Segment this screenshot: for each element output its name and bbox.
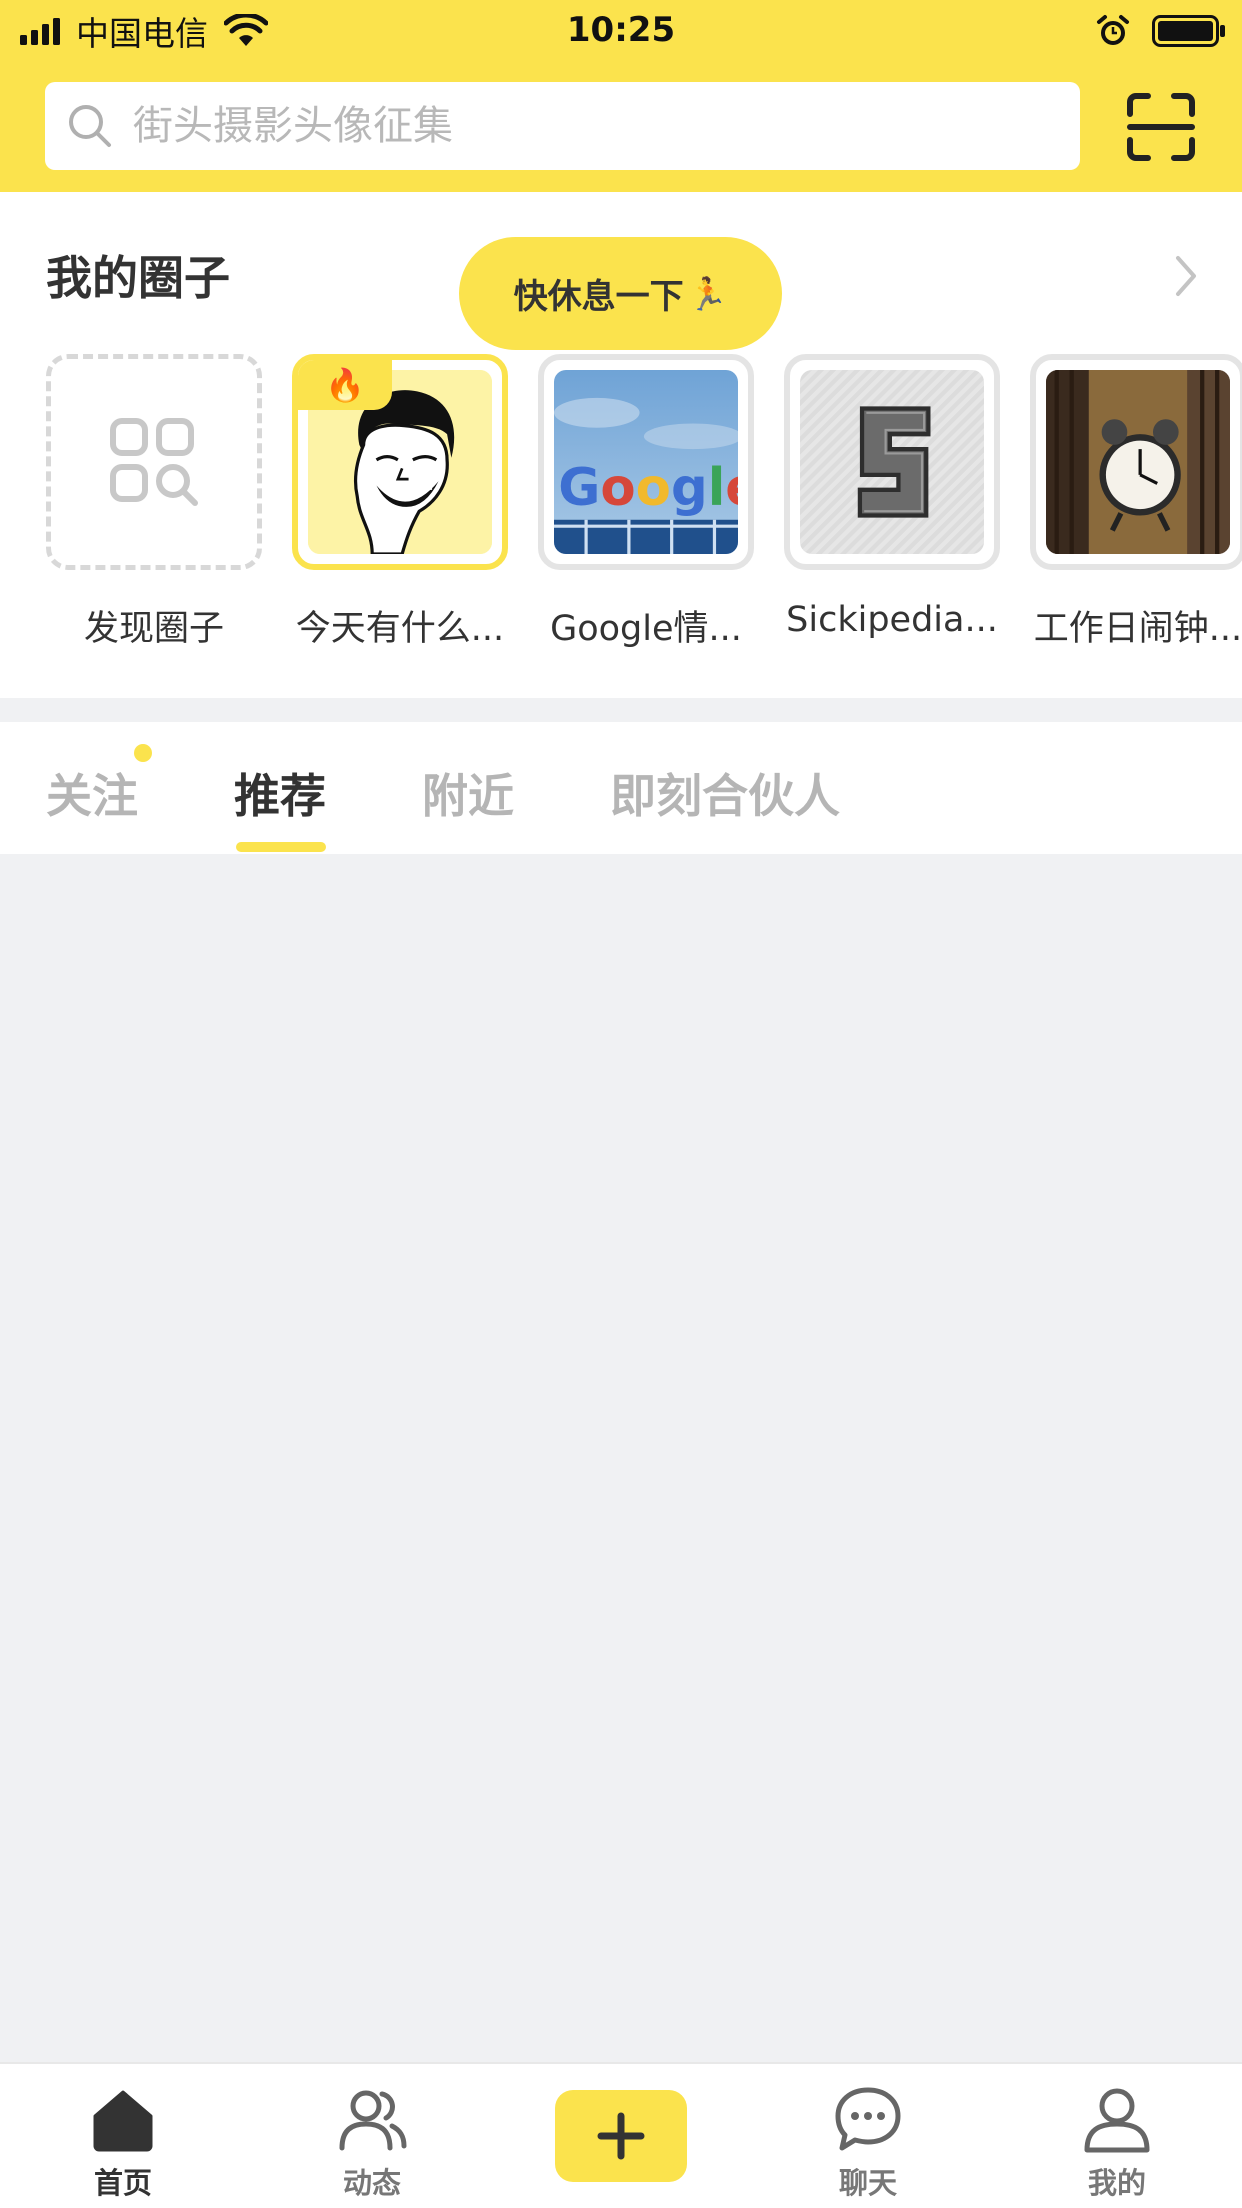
section-title: 我的圈子 — [46, 251, 230, 305]
status-right — [1096, 12, 1226, 50]
hot-badge: 🔥 — [298, 360, 392, 410]
nav-activity[interactable]: 动态 — [302, 2084, 442, 2202]
status-bar: 中国电信 10:25 — [0, 0, 1242, 62]
circle-label: 发现圈子 — [83, 609, 224, 649]
feed-area[interactable] — [0, 854, 1242, 2062]
circle-item-google[interactable]: Google Google情... — [538, 354, 754, 651]
unread-dot — [134, 744, 152, 762]
nav-chat[interactable]: 聊天 — [798, 2084, 938, 2202]
circle-item-meme[interactable]: 🔥 今天有什么... — [292, 354, 508, 651]
status-time: 10:25 — [566, 10, 676, 50]
nav-label: 我的 — [1087, 2166, 1146, 2200]
circle-label: 今天有什么... — [295, 609, 505, 649]
people-icon — [339, 2090, 407, 2151]
google-sign-image: Google — [554, 370, 738, 554]
discover-tile — [46, 354, 262, 570]
search-bar[interactable] — [45, 82, 1080, 170]
search-input[interactable] — [133, 103, 1080, 149]
tab-follow[interactable]: 关注 — [46, 760, 138, 826]
chevron-right-icon[interactable] — [1168, 252, 1204, 300]
discover-circles-icon — [110, 418, 198, 506]
create-post-button[interactable] — [555, 2090, 687, 2182]
circle-tile — [784, 354, 1000, 570]
circle-tile — [1030, 354, 1242, 570]
runner-emoji: 🏃 — [687, 274, 728, 313]
circle-label: Sickipedia... — [786, 600, 998, 640]
chat-icon — [835, 2087, 901, 2151]
scan-icon[interactable] — [1126, 92, 1196, 162]
circle-item-sickipedia[interactable]: Sickipedia... — [784, 354, 1000, 640]
rest-tooltip[interactable]: 快休息一下 🏃 — [459, 237, 782, 350]
bottom-nav: 首页 动态 聊天 我的 — [0, 2062, 1242, 2208]
tooltip-text: 快休息一下 — [513, 277, 684, 317]
search-icon — [69, 105, 111, 147]
active-tab-indicator — [236, 842, 326, 852]
my-circles-section: 我的圈子 快休息一下 🏃 发现圈子 🔥 今天有什么... Googl Googl… — [0, 192, 1242, 698]
top-header: 中国电信 10:25 — [0, 0, 1242, 192]
circle-label: 工作日闹钟... — [1033, 609, 1242, 649]
plus-icon — [597, 2112, 645, 2160]
sickipedia-logo-image — [800, 370, 984, 554]
nav-profile[interactable]: 我的 — [1047, 2084, 1187, 2202]
nav-label: 动态 — [342, 2166, 401, 2200]
alarm-clock-image — [1046, 370, 1230, 554]
circle-item-discover[interactable]: 发现圈子 — [46, 354, 262, 651]
nav-label: 聊天 — [838, 2166, 897, 2200]
circle-tile: Google — [538, 354, 754, 570]
person-icon — [1084, 2088, 1150, 2153]
battery-icon — [1152, 15, 1225, 47]
tab-nearby[interactable]: 附近 — [422, 760, 514, 826]
tab-partner[interactable]: 即刻合伙人 — [610, 760, 840, 826]
alarm-icon — [1097, 15, 1129, 45]
circle-label: Google情... — [550, 609, 742, 649]
nav-label: 首页 — [93, 2166, 152, 2200]
tab-recommend[interactable]: 推荐 — [234, 760, 326, 826]
svg-text:Google: Google — [558, 458, 738, 518]
home-icon — [93, 2090, 153, 2152]
circle-tile: 🔥 — [292, 354, 508, 570]
feed-tabs: 关注 推荐 附近 即刻合伙人 — [0, 722, 1242, 854]
circle-item-alarm[interactable]: 工作日闹钟... — [1030, 354, 1242, 651]
nav-home[interactable]: 首页 — [53, 2084, 193, 2202]
